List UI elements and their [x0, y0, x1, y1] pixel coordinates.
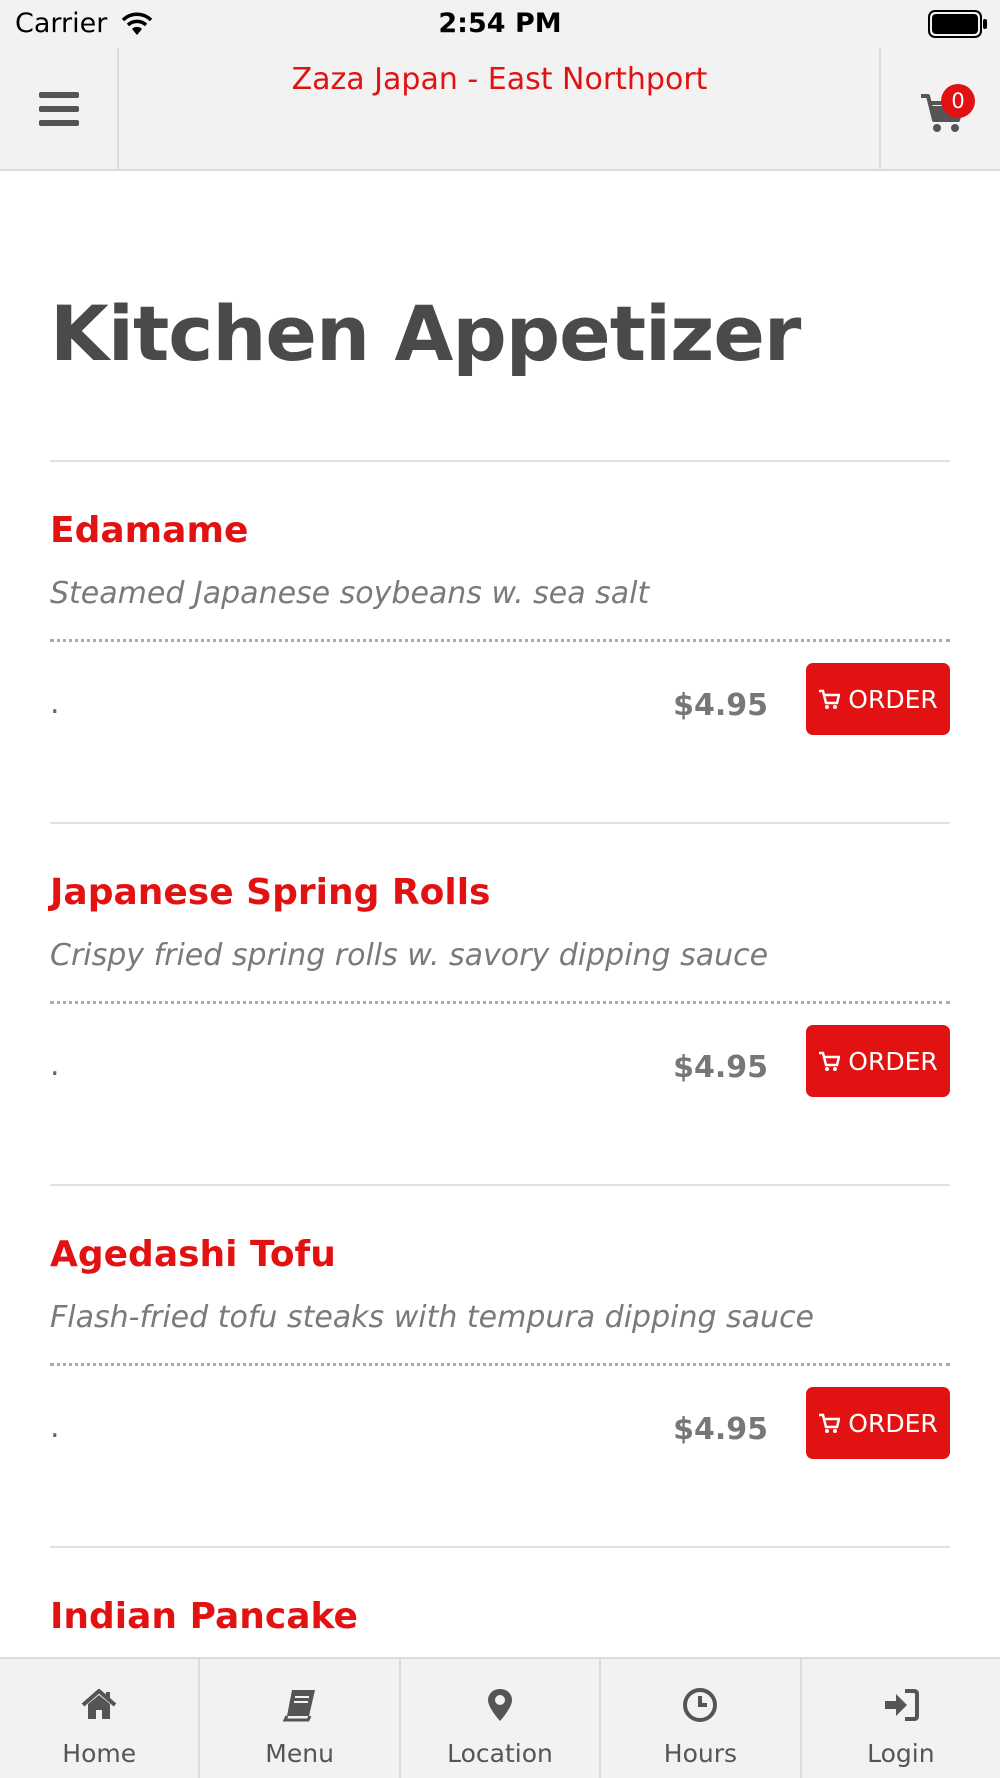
menu-item: Indian Pancake	[50, 1548, 950, 1648]
tab-label: Menu	[265, 1739, 334, 1768]
hamburger-icon	[38, 91, 79, 126]
order-label: ORDER	[848, 1408, 938, 1438]
top-nav: Zaza Japan - East Northport 0	[0, 48, 1000, 171]
menu-item: Agedashi Tofu Flash-fried tofu steaks wi…	[50, 1186, 950, 1548]
menu-item: Japanese Spring Rolls Crispy fried sprin…	[50, 824, 950, 1186]
sign-in-icon	[884, 1689, 919, 1721]
tab-label: Location	[447, 1739, 553, 1768]
order-label: ORDER	[848, 684, 938, 714]
item-price: $4.95	[673, 688, 768, 723]
category-title: Kitchen Appetizer	[50, 289, 801, 378]
tab-home[interactable]: Home	[0, 1659, 201, 1778]
battery-icon	[928, 10, 987, 38]
item-option-dot: .	[50, 686, 60, 721]
bottom-tab-bar: Home Menu Location Hours Login	[0, 1657, 1000, 1778]
home-icon	[81, 1689, 117, 1719]
cart-count-badge: 0	[941, 84, 975, 118]
tab-label: Hours	[663, 1739, 738, 1768]
item-price: $4.95	[673, 1412, 768, 1447]
item-option-dot: .	[50, 1048, 60, 1083]
cart-icon	[819, 689, 841, 709]
cart-icon	[819, 1051, 841, 1071]
dotted-leader	[50, 1363, 950, 1366]
item-option-dot: .	[50, 1410, 60, 1445]
item-name[interactable]: Japanese Spring Rolls	[50, 872, 490, 913]
order-button[interactable]: ORDER	[806, 1387, 950, 1459]
tab-hours[interactable]: Hours	[601, 1659, 802, 1778]
dotted-leader	[50, 1001, 950, 1004]
item-description: Flash-fried tofu steaks with tempura dip…	[50, 1300, 815, 1335]
hamburger-menu-button[interactable]	[0, 48, 119, 169]
item-name[interactable]: Indian Pancake	[50, 1596, 358, 1637]
status-time: 2:54 PM	[438, 8, 562, 39]
item-description: Crispy fried spring rolls w. savory dipp…	[50, 938, 769, 973]
dotted-leader	[50, 639, 950, 642]
tab-label: Login	[867, 1739, 935, 1768]
item-name[interactable]: Edamame	[50, 510, 248, 551]
restaurant-title[interactable]: Zaza Japan - East Northport	[120, 62, 879, 97]
tab-login[interactable]: Login	[802, 1659, 1000, 1778]
book-icon	[282, 1690, 315, 1722]
menu-item: Edamame Steamed Japanese soybeans w. sea…	[50, 462, 950, 824]
order-label: ORDER	[848, 1046, 938, 1076]
order-button[interactable]: ORDER	[806, 663, 950, 735]
map-marker-icon	[488, 1689, 513, 1721]
item-name[interactable]: Agedashi Tofu	[50, 1234, 336, 1275]
cart-icon	[819, 1413, 841, 1433]
order-button[interactable]: ORDER	[806, 1025, 950, 1097]
item-description: Steamed Japanese soybeans w. sea salt	[50, 576, 650, 611]
cart-button[interactable]: 0	[879, 48, 1000, 169]
tab-label: Home	[62, 1739, 137, 1768]
status-bar: Carrier 2:54 PM	[0, 0, 1000, 48]
clock-icon	[683, 1688, 718, 1722]
tab-location[interactable]: Location	[401, 1659, 602, 1778]
item-price: $4.95	[673, 1050, 768, 1085]
tab-menu[interactable]: Menu	[200, 1659, 401, 1778]
